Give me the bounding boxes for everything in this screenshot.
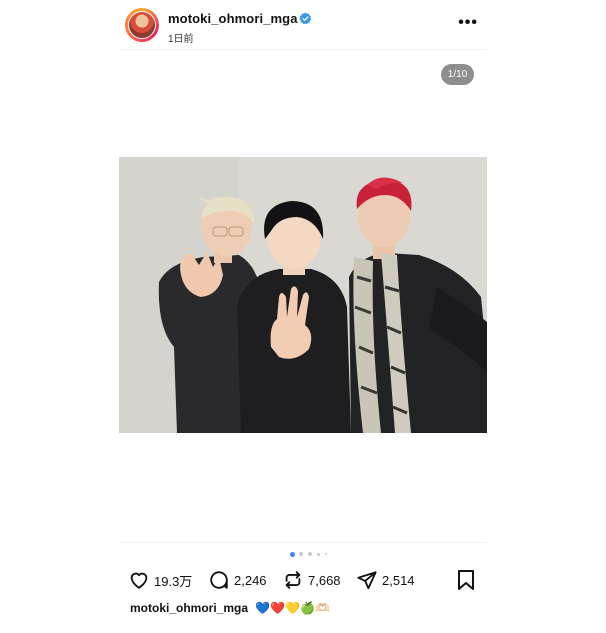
share-count: 2,514 (382, 572, 415, 588)
post-time: 1日前 (168, 34, 194, 45)
caption: motoki_ohmori_mga 💙❤️💛🍏🫶🏻 (130, 601, 330, 615)
comment-icon[interactable] (208, 569, 230, 591)
carousel-dot-active (290, 551, 295, 557)
post-photo[interactable] (119, 157, 487, 433)
comment-action[interactable]: 2,246 (208, 568, 267, 592)
action-bar: 19.3万 2,246 7,668 2,514 (128, 568, 478, 592)
avatar-image (128, 11, 156, 39)
repost-icon[interactable] (282, 569, 304, 591)
slide-counter: 1/10 (441, 64, 474, 85)
caption-emojis: 💙❤️💛🍏🫶🏻 (255, 601, 331, 615)
bookmark-icon[interactable] (456, 569, 476, 591)
avatar[interactable] (125, 8, 159, 42)
username[interactable]: motoki_ohmori_mga (168, 11, 298, 26)
photo-illustration (119, 157, 487, 433)
like-action[interactable]: 19.3万 (128, 568, 192, 592)
share-action[interactable]: 2,514 (356, 568, 415, 592)
repost-action[interactable]: 7,668 (282, 568, 341, 592)
post-header: motoki_ohmori_mga 1日前 ••• (122, 4, 488, 48)
more-options-button[interactable]: ••• (458, 14, 478, 32)
heart-icon[interactable] (128, 569, 150, 591)
send-icon[interactable] (356, 569, 378, 591)
carousel-dot (308, 552, 312, 556)
comment-count: 2,246 (234, 572, 267, 588)
carousel-dot (317, 552, 320, 556)
caption-username[interactable]: motoki_ohmori_mga (130, 601, 248, 615)
carousel-dot (325, 553, 327, 555)
carousel-dot (299, 552, 303, 556)
like-count: 19.3万 (154, 573, 193, 589)
header-divider (119, 49, 487, 50)
verified-badge-icon (299, 12, 312, 25)
repost-count: 7,668 (308, 572, 341, 588)
footer-divider (119, 542, 487, 543)
